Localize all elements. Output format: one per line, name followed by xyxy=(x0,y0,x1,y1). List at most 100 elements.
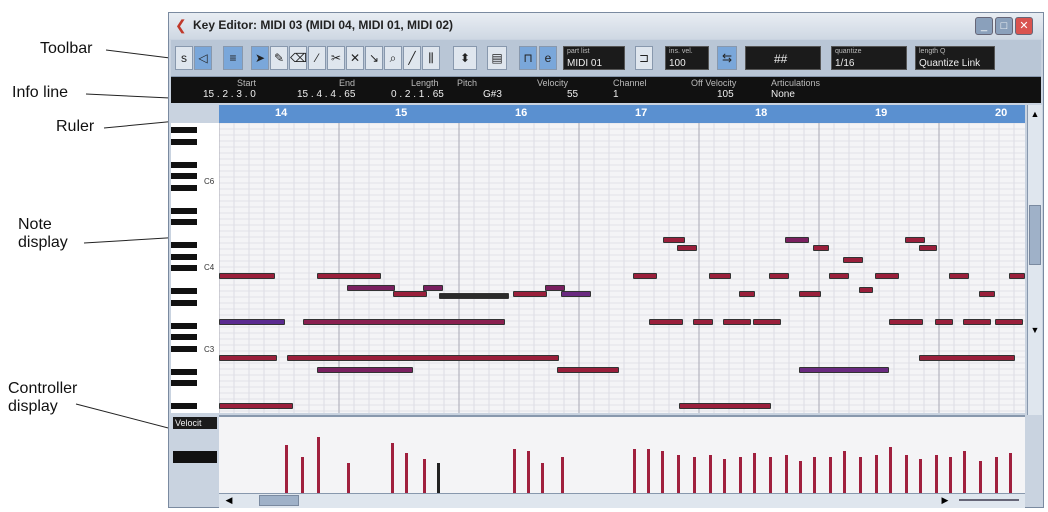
velocity-bar[interactable] xyxy=(753,453,756,493)
zoom-slider[interactable] xyxy=(959,499,1019,501)
midi-input-icon[interactable]: ⊓ xyxy=(519,46,537,70)
black-key[interactable] xyxy=(171,219,197,225)
velocity-bar[interactable] xyxy=(709,455,712,493)
scissors-tool-icon[interactable]: ✂ xyxy=(327,46,345,70)
solo-icon[interactable]: s xyxy=(175,46,193,70)
note[interactable] xyxy=(963,319,991,325)
pencil-tool-icon[interactable]: ✎ xyxy=(270,46,288,70)
note[interactable] xyxy=(919,245,937,251)
back-arrow-icon[interactable]: ❮ xyxy=(175,18,189,32)
velocity-bar[interactable] xyxy=(647,449,650,493)
zoom-tool-icon[interactable]: ⌕ xyxy=(384,46,402,70)
note[interactable] xyxy=(949,273,969,279)
note[interactable] xyxy=(317,273,381,279)
scroll-down-icon[interactable]: ▼ xyxy=(1029,325,1041,337)
note[interactable] xyxy=(859,287,873,293)
note[interactable] xyxy=(769,273,789,279)
velocity-bar[interactable] xyxy=(437,463,440,493)
vertical-scrollbar[interactable]: ▲ ▼ xyxy=(1027,105,1042,415)
note[interactable] xyxy=(219,319,285,325)
black-key[interactable] xyxy=(171,253,197,260)
velocity-bar[interactable] xyxy=(723,459,726,493)
line-tool-icon[interactable]: ╱ xyxy=(403,46,421,70)
draw-tool-icon[interactable]: ⁄ xyxy=(308,46,326,70)
black-key[interactable] xyxy=(171,403,197,409)
velocity-bar[interactable] xyxy=(405,453,408,493)
info-value-length[interactable]: 0 . 2 . 1 . 65 xyxy=(391,89,444,100)
velocity-bar[interactable] xyxy=(875,455,878,493)
black-key[interactable] xyxy=(171,127,197,133)
length-q-select[interactable]: length Q Quantize Link xyxy=(915,46,995,70)
part-list-select[interactable]: part list MIDI 01 xyxy=(563,46,625,70)
note[interactable] xyxy=(919,355,1015,361)
quantize-select[interactable]: quantize 1/16 xyxy=(831,46,907,70)
velocity-bar[interactable] xyxy=(919,459,922,493)
velocity-bar[interactable] xyxy=(935,455,938,493)
note-display[interactable] xyxy=(219,123,1025,413)
black-key[interactable] xyxy=(171,345,197,352)
note[interactable] xyxy=(219,403,293,409)
close-button[interactable]: ✕ xyxy=(1015,17,1033,35)
note[interactable] xyxy=(785,237,809,243)
note[interactable] xyxy=(347,285,395,291)
minimize-button[interactable]: _ xyxy=(975,17,993,35)
velocity-bar[interactable] xyxy=(813,457,816,493)
note[interactable] xyxy=(905,237,925,243)
info-value-channel[interactable]: 1 xyxy=(613,89,619,100)
info-toggle-icon[interactable]: ≡ xyxy=(223,46,243,70)
velocity-bar[interactable] xyxy=(905,455,908,493)
velocity-bar[interactable] xyxy=(347,463,350,493)
note[interactable] xyxy=(935,319,953,325)
velocity-bar[interactable] xyxy=(527,451,530,493)
glue-tool-icon[interactable]: ↘ xyxy=(365,46,383,70)
velocity-bar[interactable] xyxy=(633,449,636,493)
black-key[interactable] xyxy=(171,265,197,271)
velocity-bar[interactable] xyxy=(769,457,772,493)
velocity-bar[interactable] xyxy=(963,451,966,493)
black-key[interactable] xyxy=(171,334,197,340)
velocity-bar[interactable] xyxy=(739,457,742,493)
note[interactable] xyxy=(561,291,591,297)
velocity-bar[interactable] xyxy=(301,457,304,493)
velocity-bar[interactable] xyxy=(995,457,998,493)
horizontal-scrollbar[interactable]: ◀ ▶ xyxy=(219,493,1025,508)
velocity-bar[interactable] xyxy=(561,457,564,493)
eraser-tool-icon[interactable]: ⌫ xyxy=(289,46,307,70)
mute-tool-icon[interactable]: ✕ xyxy=(346,46,364,70)
piano-keyboard[interactable]: C6 C4 C3 xyxy=(171,123,220,413)
note[interactable] xyxy=(799,291,821,297)
maximize-button[interactable]: □ xyxy=(995,17,1013,35)
note[interactable] xyxy=(813,245,829,251)
black-key[interactable] xyxy=(171,173,197,179)
black-key[interactable] xyxy=(171,368,197,375)
note[interactable] xyxy=(739,291,755,297)
scroll-up-icon[interactable]: ▲ xyxy=(1029,109,1041,121)
note[interactable] xyxy=(393,291,427,297)
note[interactable] xyxy=(423,285,443,291)
black-key[interactable] xyxy=(171,207,197,214)
velocity-bar[interactable] xyxy=(423,459,426,493)
black-key[interactable] xyxy=(171,184,197,191)
note[interactable] xyxy=(995,319,1023,325)
note[interactable] xyxy=(889,319,923,325)
info-value-articulations[interactable]: None xyxy=(771,89,795,100)
black-key[interactable] xyxy=(171,299,197,306)
note[interactable] xyxy=(709,273,731,279)
note[interactable] xyxy=(693,319,713,325)
note[interactable] xyxy=(723,319,751,325)
note[interactable] xyxy=(677,245,697,251)
time-warp-icon[interactable]: ⫼ xyxy=(422,46,440,70)
note[interactable] xyxy=(633,273,657,279)
note[interactable] xyxy=(679,403,771,409)
horizontal-scroll-thumb[interactable] xyxy=(259,495,299,506)
autoscroll-icon[interactable]: ⬍ xyxy=(453,46,477,70)
velocity-bar[interactable] xyxy=(949,457,952,493)
info-value-end[interactable]: 15 . 4 . 4 . 65 xyxy=(297,89,355,100)
controller-lane-select[interactable]: Velocit xyxy=(173,417,217,429)
black-key[interactable] xyxy=(171,322,197,329)
velocity-bar[interactable] xyxy=(693,457,696,493)
note[interactable] xyxy=(829,273,849,279)
velocity-bar[interactable] xyxy=(391,443,394,493)
note[interactable] xyxy=(303,319,505,325)
step-input-icon[interactable]: ▤ xyxy=(487,46,507,70)
